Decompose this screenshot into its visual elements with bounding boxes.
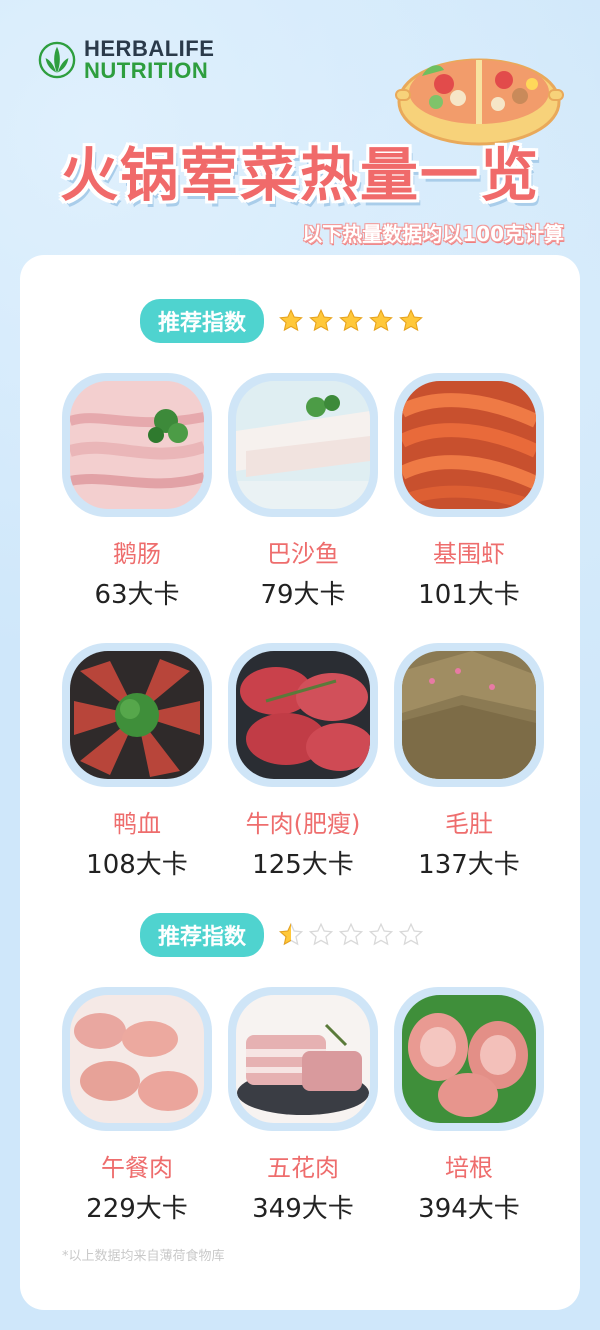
food-item: 培根 394大卡 bbox=[386, 987, 552, 1225]
section-header-recommended: 推荐指数 bbox=[140, 299, 424, 343]
star-full-icon bbox=[309, 308, 333, 332]
rating-label-pill: 推荐指数 bbox=[140, 913, 265, 957]
section-header-not-recommended: 推荐指数 bbox=[140, 913, 424, 957]
food-calories: 349大卡 bbox=[252, 1194, 354, 1224]
data-source-footnote: *以上数据均来自薄荷食物库 bbox=[62, 1249, 225, 1264]
food-item: 五花肉 349大卡 bbox=[220, 987, 386, 1225]
food-name: 午餐肉 bbox=[101, 1154, 173, 1182]
food-calories: 125大卡 bbox=[252, 850, 354, 880]
tripe-image bbox=[402, 651, 536, 779]
food-photo-frame bbox=[228, 987, 378, 1131]
rating-label-pill: 推荐指数 bbox=[140, 299, 265, 343]
beef-image bbox=[236, 651, 370, 779]
food-photo-frame bbox=[62, 373, 212, 517]
luncheon-meat-image bbox=[70, 995, 204, 1123]
pork-belly-image bbox=[236, 995, 370, 1123]
duck-blood-image bbox=[70, 651, 204, 779]
star-empty-icon bbox=[338, 922, 364, 946]
brand-line2: NUTRITION bbox=[84, 58, 209, 83]
food-name: 巴沙鱼 bbox=[267, 540, 339, 568]
star-empty-icon bbox=[398, 922, 424, 946]
bacon-image bbox=[402, 995, 536, 1123]
food-item: 鸭血 108大卡 bbox=[54, 643, 220, 881]
star-full-icon bbox=[369, 308, 393, 332]
food-item: 巴沙鱼 79大卡 bbox=[220, 373, 386, 611]
food-item: 午餐肉 229大卡 bbox=[54, 987, 220, 1225]
food-item: 毛肚 137大卡 bbox=[386, 643, 552, 881]
food-calories: 137大卡 bbox=[418, 850, 520, 880]
food-photo-frame bbox=[62, 643, 212, 787]
food-name: 鸭血 bbox=[113, 810, 161, 838]
star-rating-half bbox=[278, 922, 424, 948]
food-photo-frame bbox=[394, 643, 544, 787]
star-empty-icon bbox=[308, 922, 334, 946]
herbalife-leaf-icon bbox=[38, 41, 76, 79]
star-empty-icon bbox=[368, 922, 394, 946]
food-calories: 229大卡 bbox=[86, 1194, 188, 1224]
page-title: 火锅荤菜热量一览 bbox=[59, 141, 540, 209]
content-card: 推荐指数 鹅肠 63大卡 巴沙鱼 79大卡 基围虾 101大卡 鸭血 108大卡… bbox=[20, 255, 580, 1310]
basa-fish-image bbox=[236, 381, 370, 509]
star-full-icon bbox=[279, 308, 303, 332]
food-photo-frame bbox=[394, 373, 544, 517]
page-subtitle: 以下热量数据均以100克计算 bbox=[302, 222, 564, 246]
goose-intestine-image bbox=[70, 381, 204, 509]
food-calories: 394大卡 bbox=[418, 1194, 520, 1224]
brand-line1: HERBALIFE bbox=[84, 36, 215, 61]
food-item: 鹅肠 63大卡 bbox=[54, 373, 220, 611]
food-photo-frame bbox=[394, 987, 544, 1131]
food-grid-not-recommended: 午餐肉 229大卡 五花肉 349大卡 培根 394大卡 bbox=[54, 987, 554, 1225]
brand-logo: HERBALIFE NUTRITION bbox=[38, 38, 214, 82]
star-rating-5 bbox=[278, 308, 424, 334]
food-name: 基围虾 bbox=[433, 540, 505, 568]
star-full-icon bbox=[399, 308, 423, 332]
food-calories: 101大卡 bbox=[418, 580, 520, 610]
food-name: 培根 bbox=[445, 1154, 493, 1182]
food-calories: 63大卡 bbox=[94, 580, 180, 610]
food-photo-frame bbox=[228, 373, 378, 517]
food-name: 牛肉(肥瘦) bbox=[245, 810, 361, 838]
food-name: 鹅肠 bbox=[113, 540, 161, 568]
food-calories: 108大卡 bbox=[86, 850, 188, 880]
food-name: 毛肚 bbox=[445, 810, 493, 838]
star-half-icon bbox=[278, 922, 304, 946]
food-grid-recommended: 鹅肠 63大卡 巴沙鱼 79大卡 基围虾 101大卡 鸭血 108大卡 牛肉(肥… bbox=[54, 373, 554, 881]
food-item: 牛肉(肥瘦) 125大卡 bbox=[220, 643, 386, 881]
food-calories: 79大卡 bbox=[260, 580, 346, 610]
food-item: 基围虾 101大卡 bbox=[386, 373, 552, 611]
star-full-icon bbox=[339, 308, 363, 332]
food-photo-frame bbox=[228, 643, 378, 787]
shrimp-image bbox=[402, 381, 536, 509]
food-photo-frame bbox=[62, 987, 212, 1131]
food-name: 五花肉 bbox=[267, 1154, 339, 1182]
